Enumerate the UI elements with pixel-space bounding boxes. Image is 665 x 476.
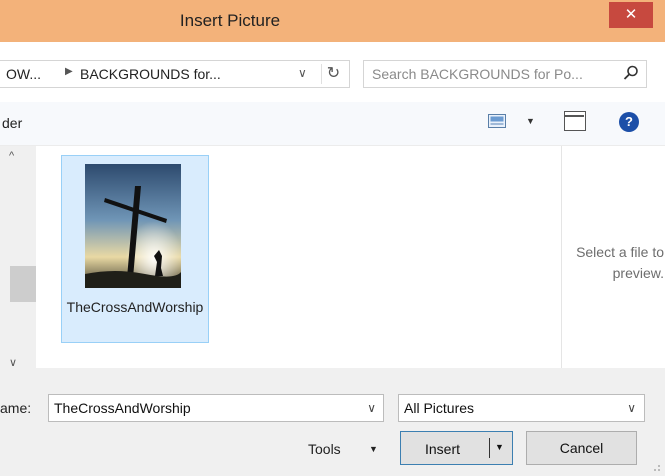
address-history-dropdown-icon[interactable]: ∨ [298,66,307,80]
file-name-dropdown-icon[interactable]: ∨ [367,401,376,415]
tools-dropdown-icon[interactable]: ▼ [369,444,378,454]
breadcrumb[interactable]: OW... ▶ BACKGROUNDS for... ∨ ↻ [0,60,350,88]
scroll-up-icon[interactable]: ^ [9,150,14,162]
split-divider [489,438,490,458]
file-type-dropdown-icon[interactable]: ∨ [627,401,636,415]
breadcrumb-item-current[interactable]: BACKGROUNDS for... [80,66,221,82]
address-area: OW... ▶ BACKGROUNDS for... ∨ ↻ [0,42,665,102]
dialog-footer: ame: TheCrossAndWorship ∨ All Pictures ∨… [0,368,665,476]
command-bar: der ▼ ? [0,102,665,146]
insert-button[interactable]: Insert ▼ [400,431,513,465]
file-type-value[interactable]: All Pictures [404,400,474,416]
image-thumbnail [85,164,181,288]
file-browser: ^ ∨ TheCrossAndWorship Select a file to … [0,146,665,369]
tools-button[interactable]: Tools [308,441,341,457]
breadcrumb-separator-icon[interactable]: ▶ [65,66,73,77]
search-icon[interactable] [622,64,640,82]
file-type-select[interactable]: All Pictures ∨ [398,394,645,422]
insert-options-dropdown-icon[interactable]: ▼ [495,442,504,452]
preview-pane: Select a file to preview. [561,146,665,368]
file-name-label: ame: [0,400,32,416]
help-icon[interactable]: ? [619,112,639,132]
view-menu-dropdown-icon[interactable]: ▼ [526,116,535,126]
change-view-icon[interactable] [488,114,506,128]
insert-button-label[interactable]: Insert [425,441,460,457]
cancel-button[interactable]: Cancel [526,431,637,465]
file-name-field[interactable]: TheCrossAndWorship ∨ [48,394,384,422]
breadcrumb-item-parent[interactable]: OW... [6,66,41,82]
search-input[interactable] [372,65,612,83]
close-button[interactable]: ✕ [609,2,653,28]
title-bar: Insert Picture ✕ [0,0,665,42]
preview-message: Select a file to preview. [576,244,664,281]
file-item[interactable]: TheCrossAndWorship [61,155,209,343]
file-name-label: TheCrossAndWorship [66,299,204,315]
new-folder-button[interactable]: der [2,115,22,131]
navigation-scrollbar[interactable]: ^ ∨ [0,146,36,369]
search-box[interactable] [363,60,647,88]
scrollbar-thumb[interactable] [10,266,36,302]
resize-grip-icon[interactable] [651,462,661,472]
refresh-icon[interactable]: ↻ [321,64,345,84]
file-name-value[interactable]: TheCrossAndWorship [54,400,191,416]
window-title: Insert Picture [179,11,281,30]
preview-pane-toggle-icon[interactable] [564,111,586,131]
